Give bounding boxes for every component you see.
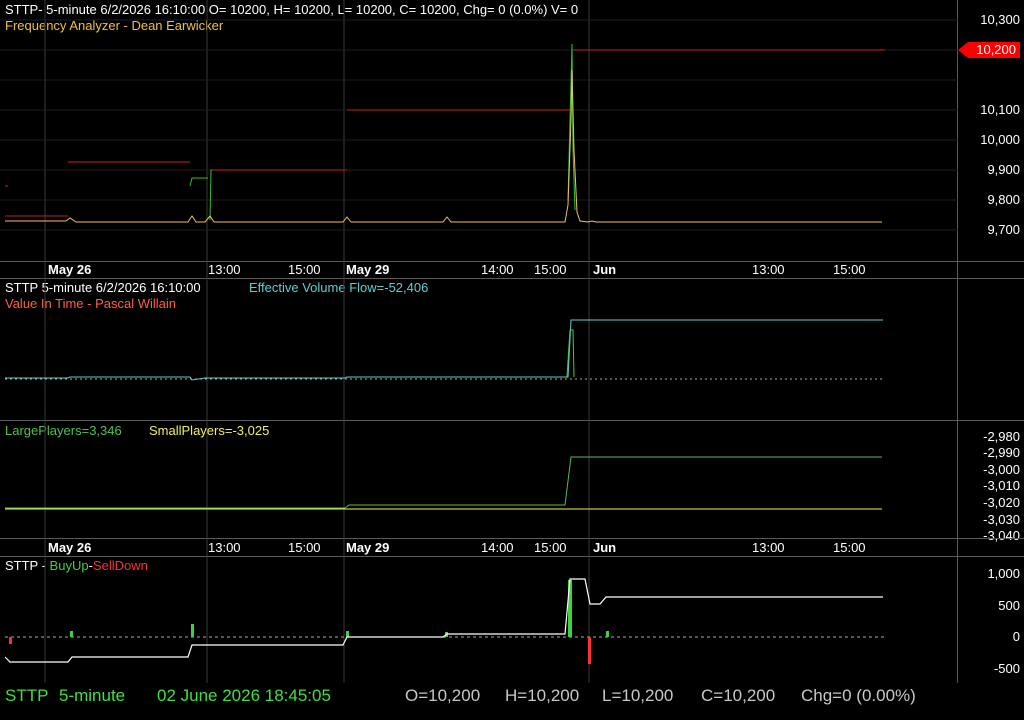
volume-bar xyxy=(9,637,12,644)
evf-line xyxy=(5,319,883,381)
status-symbol: STTP xyxy=(5,686,49,705)
players-axis[interactable]: -2,980 -2,990 -3,000 -3,010 -3,020 -3,03… xyxy=(958,421,1024,543)
volume-bar xyxy=(70,631,73,637)
volume-bar xyxy=(191,624,194,637)
volume-bar xyxy=(346,631,349,637)
price-line xyxy=(5,69,882,223)
price-tick: 9,700 xyxy=(987,222,1020,237)
buyup-tick: -500 xyxy=(993,661,1020,676)
frequency-step-line xyxy=(189,177,208,187)
status-high: H=10,200 xyxy=(505,686,580,705)
buyup-tick: 500 xyxy=(998,598,1020,613)
buyup-axis[interactable]: 1,000 500 0 -500 xyxy=(958,557,1024,683)
frequency-step-line xyxy=(209,169,212,221)
status-bar: STTP 5-minute 02 June 2026 18:45:05 O=10… xyxy=(0,683,1024,720)
volume-bar xyxy=(606,631,609,637)
buyup-tick: 1,000 xyxy=(987,566,1020,581)
players-tick: -2,990 xyxy=(983,445,1020,460)
players-tick: -3,030 xyxy=(983,512,1020,527)
status-open: O=10,200 xyxy=(405,686,481,705)
volume-bar xyxy=(588,637,591,664)
status-interval: 5-minute xyxy=(59,686,126,705)
status-close: C=10,200 xyxy=(701,686,776,705)
large-players-line xyxy=(5,456,882,509)
status-change: Chg=0 (0.00%) xyxy=(801,686,916,705)
players-tick: -3,000 xyxy=(983,462,1020,477)
price-tick: 9,900 xyxy=(987,162,1020,177)
players-tick: -3,010 xyxy=(983,478,1020,493)
chart-canvas[interactable] xyxy=(0,0,958,683)
buyup-selldown-line xyxy=(4,578,883,663)
buyup-tick: 0 xyxy=(1012,629,1020,644)
players-tick: -2,980 xyxy=(983,429,1020,444)
players-tick: -3,040 xyxy=(983,528,1020,543)
price-tick: 10,100 xyxy=(980,102,1020,117)
price-tick: 10,000 xyxy=(980,132,1020,147)
price-tick: 10,300 xyxy=(980,12,1020,27)
price-tick: 9,800 xyxy=(987,192,1020,207)
status-low: L=10,200 xyxy=(602,686,674,705)
last-price-tag: 10,200 xyxy=(958,42,1020,58)
price-axis[interactable]: 10,300 10,100 10,000 9,900 9,800 9,700 xyxy=(958,0,1024,261)
players-tick: -3,020 xyxy=(983,495,1020,510)
status-datetime: 02 June 2026 18:45:05 xyxy=(157,686,331,705)
